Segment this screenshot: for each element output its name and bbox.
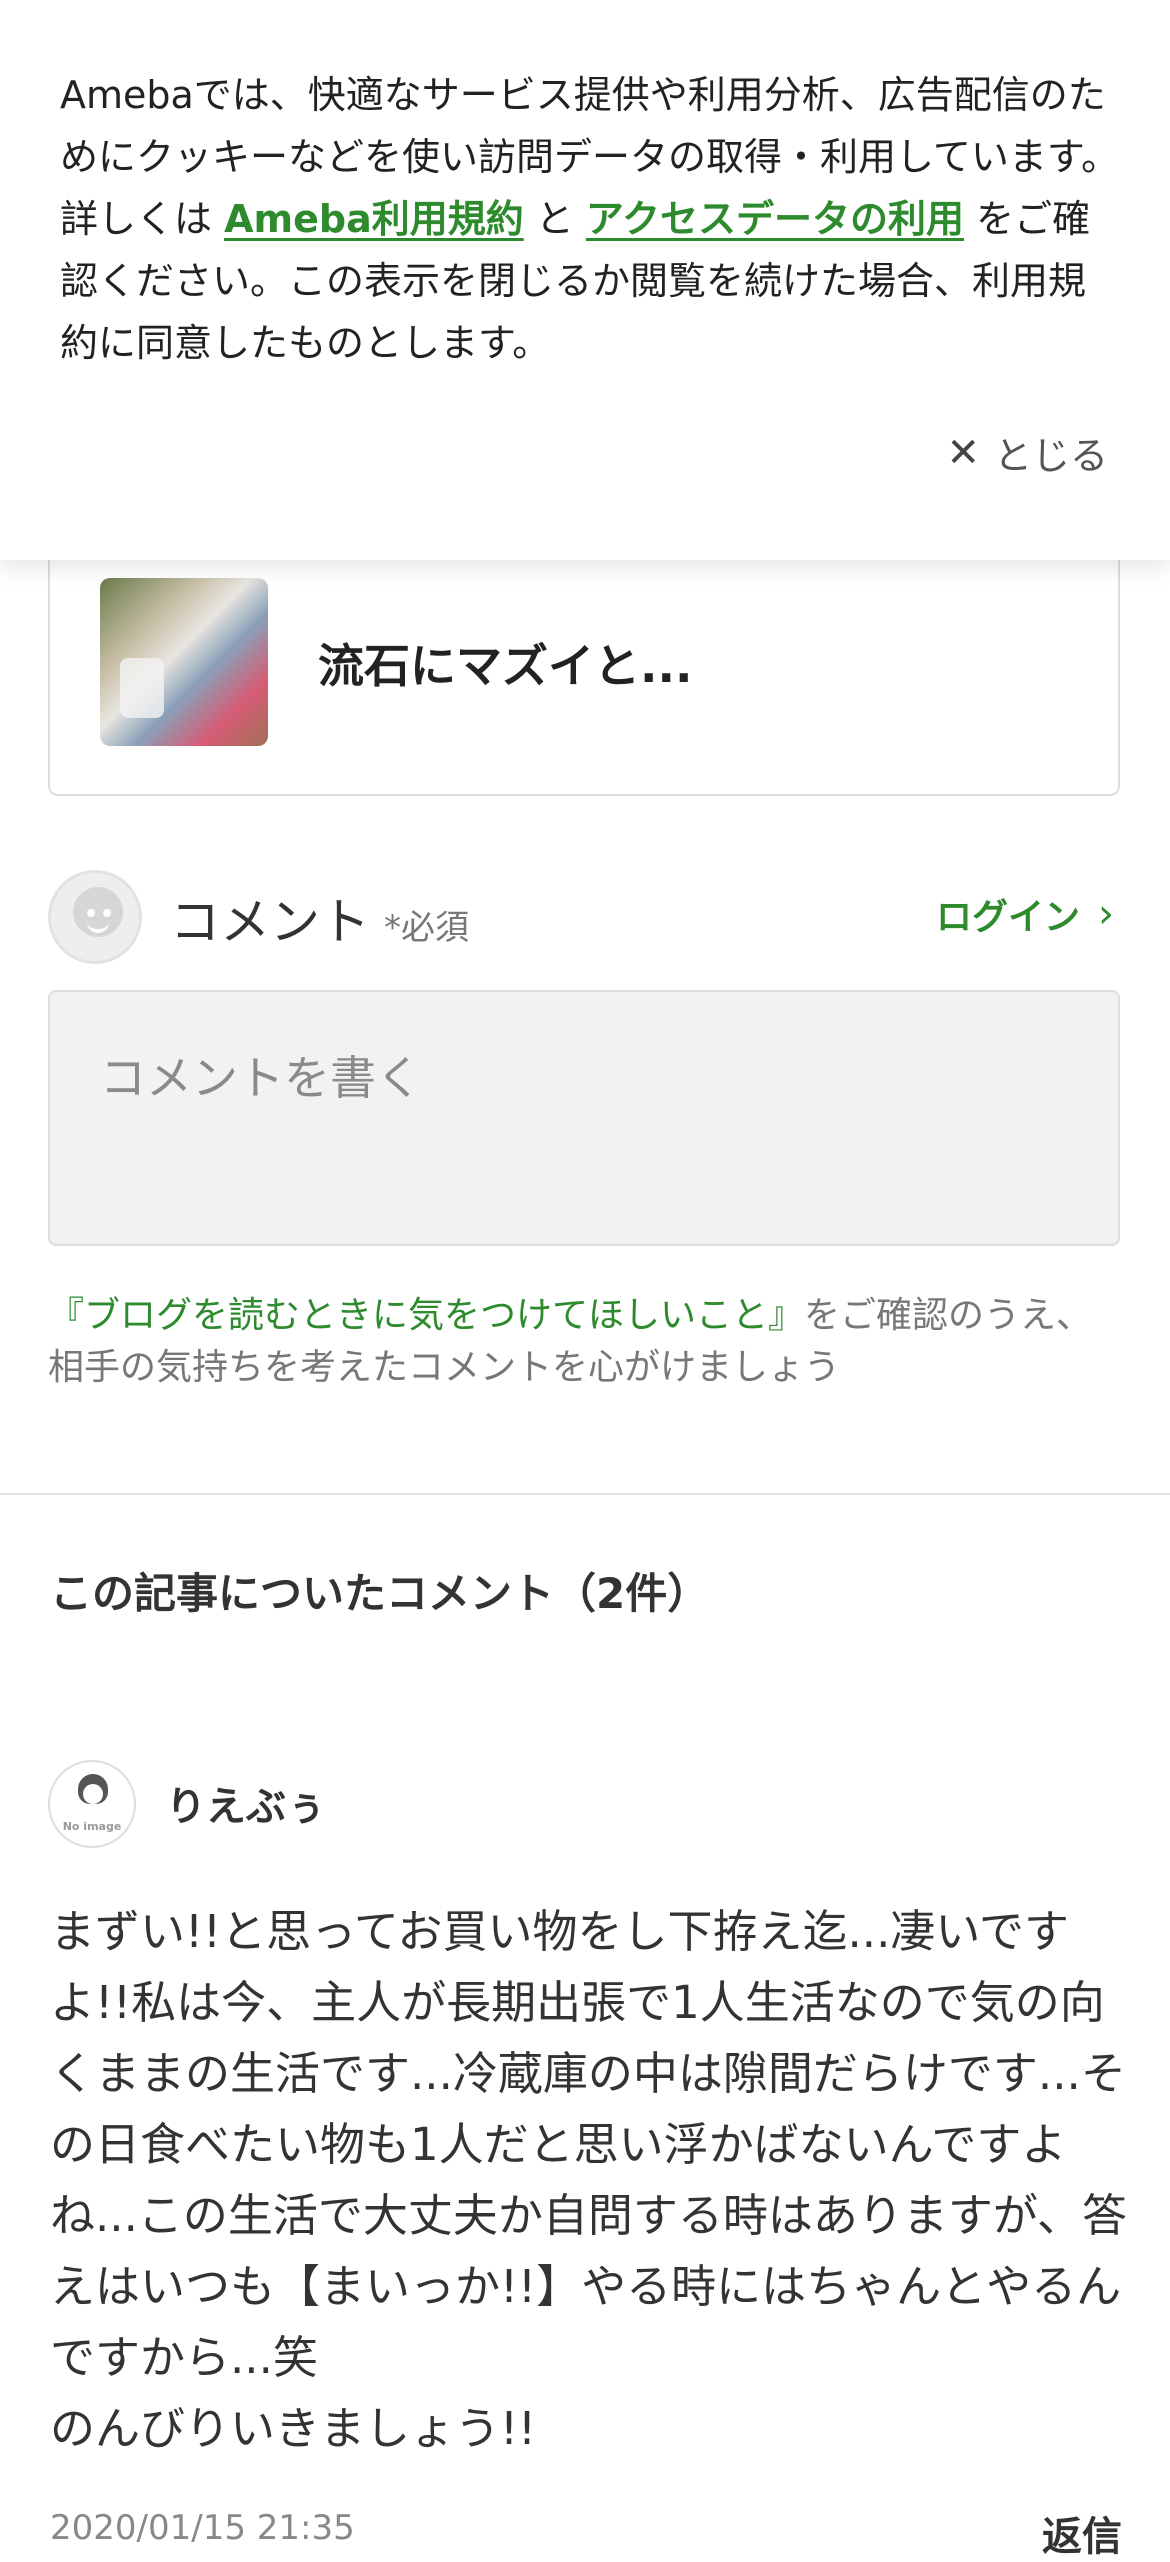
comment-date: 2020/01/15 21:35 [50,2508,355,2548]
required-mark: *必須 [384,908,469,948]
comment-heading: コメント [170,893,370,951]
comment-input[interactable] [48,990,1120,1246]
avatar-head [83,1784,103,1804]
terms-link[interactable]: Ameba利用規約 [224,197,524,241]
login-link[interactable]: ログイン › [936,888,1114,940]
no-image-label: No image [62,1820,122,1833]
comment-guideline-notice: 『ブログを読むときに気をつけてほしいこと』をご確認のうえ、相手の気持ちを考えたコ… [48,1290,1128,1394]
cookie-text-connector: と [523,197,586,241]
section-divider [0,1493,1170,1495]
default-avatar-icon [48,870,142,964]
cookie-notice-text: Amebaでは、快適なサービス提供や利用分析、広告配信のためにクッキーなどを使い… [60,64,1120,374]
comments-section-title: この記事についたコメント（2件） [50,1569,710,1618]
comment-body: まずい!!と思ってお買い物をし下拵え迄...凄いですよ!!私は今、主人が長期出張… [50,1905,1128,2455]
cookie-close-label: とじる [993,434,1108,478]
access-data-link[interactable]: アクセスデータの利用 [586,197,964,241]
commenter-name[interactable]: りえぶぅ [166,1774,326,1832]
related-article-title: 流石にマズイと... [318,639,693,693]
close-icon: ✕ [946,429,980,476]
avatar-eye-left [87,909,95,917]
chevron-right-icon: › [1098,891,1114,937]
related-article-thumbnail [100,578,268,746]
reply-button[interactable]: 返信 [1042,2504,1122,2562]
cookie-banner: Amebaでは、快適なサービス提供や利用分析、広告配信のためにクッキーなどを使い… [0,0,1170,560]
avatar-eye-right [103,909,111,917]
related-article-card[interactable]: 流石にマズイと... [48,520,1120,796]
commenter-avatar[interactable]: No image [48,1760,136,1848]
guideline-link[interactable]: 『ブログを読むときに気をつけてほしいこと』 [48,1295,804,1336]
cookie-close-button[interactable]: ✕ とじる [946,425,1108,480]
login-label: ログイン [935,897,1080,938]
